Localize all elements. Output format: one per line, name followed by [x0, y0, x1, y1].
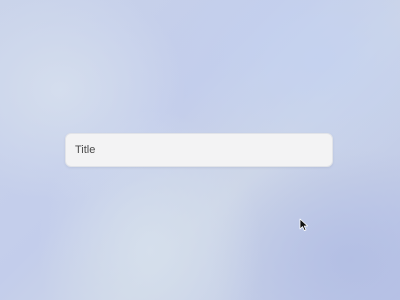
mouse-pointer-icon — [299, 218, 308, 231]
title-input[interactable] — [65, 133, 333, 167]
